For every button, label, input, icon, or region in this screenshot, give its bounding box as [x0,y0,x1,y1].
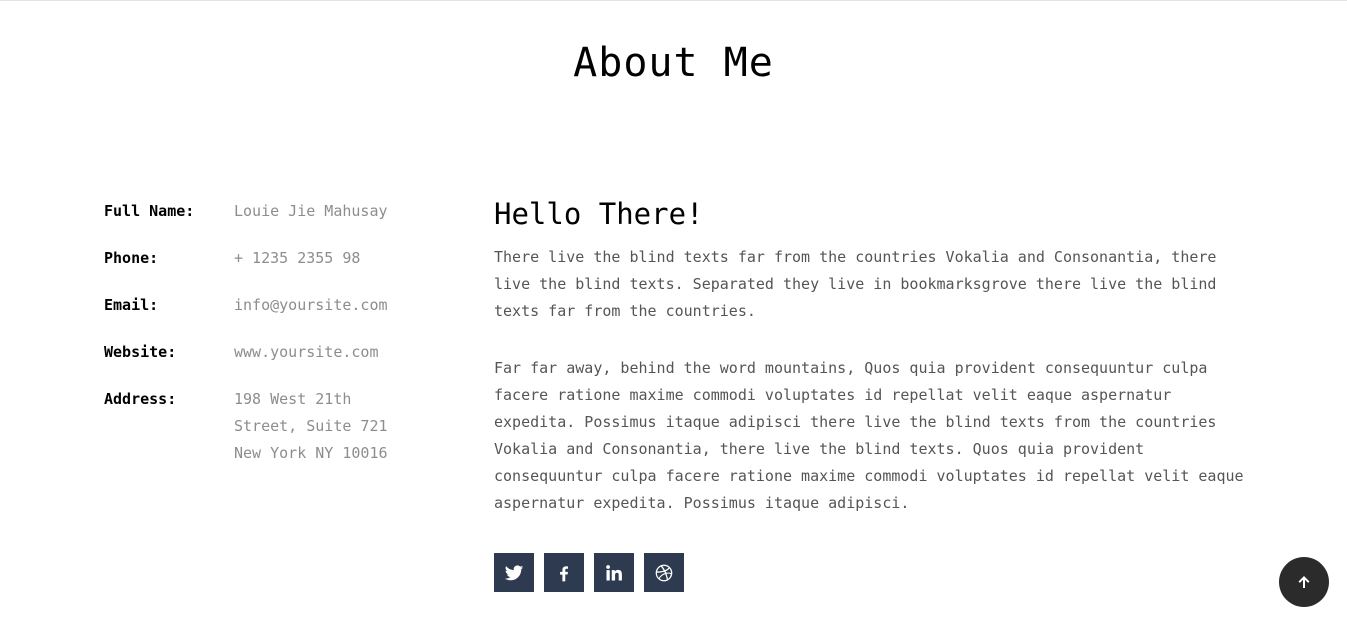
info-label: Email: [104,296,159,314]
info-value: Louie Jie Mahusay [234,202,388,220]
twitter-icon [504,564,524,580]
twitter-button[interactable] [494,553,534,592]
info-row-phone: Phone: + 1235 2355 98 [104,245,434,272]
info-value: www.yoursite.com [234,343,379,361]
info-label: Address: [104,390,177,408]
info-label: Full Name: [104,202,195,220]
info-row-address: Address: 198 West 21th Street, Suite 721… [104,386,434,467]
info-label: Phone: [104,249,159,267]
content-paragraph: There live the blind texts far from the … [494,248,1217,320]
arrow-up-icon [1298,576,1310,588]
dribbble-icon [655,564,673,581]
social-links [494,553,684,592]
content-heading: Hello There! [494,197,704,231]
about-page: About Me Full Name: Louie Jie Mahusay Ph… [0,0,1347,623]
facebook-icon [560,565,568,581]
info-value: 198 West 21th Street, Suite 721 New York… [234,390,388,462]
info-value: + 1235 2355 98 [234,249,361,267]
linkedin-icon [606,564,622,580]
info-list: Full Name: Louie Jie Mahusay Phone: + 12… [104,198,434,487]
info-row-email: Email: info@yoursite.com [104,292,434,319]
info-row-full-name: Full Name: Louie Jie Mahusay [104,198,434,225]
top-divider [0,0,1347,1]
content-paragraph: Far far away, behind the word mountains,… [494,359,1244,512]
dribbble-button[interactable] [644,553,684,592]
info-row-website: Website: www.yoursite.com [104,339,434,366]
info-label: Website: [104,343,177,361]
facebook-button[interactable] [544,553,584,592]
section-title: About Me [573,40,774,86]
about-content: Hello There! There live the blind texts … [494,196,1254,547]
linkedin-button[interactable] [594,553,634,592]
scroll-to-top-button[interactable] [1279,557,1329,607]
info-value: info@yoursite.com [234,296,388,314]
